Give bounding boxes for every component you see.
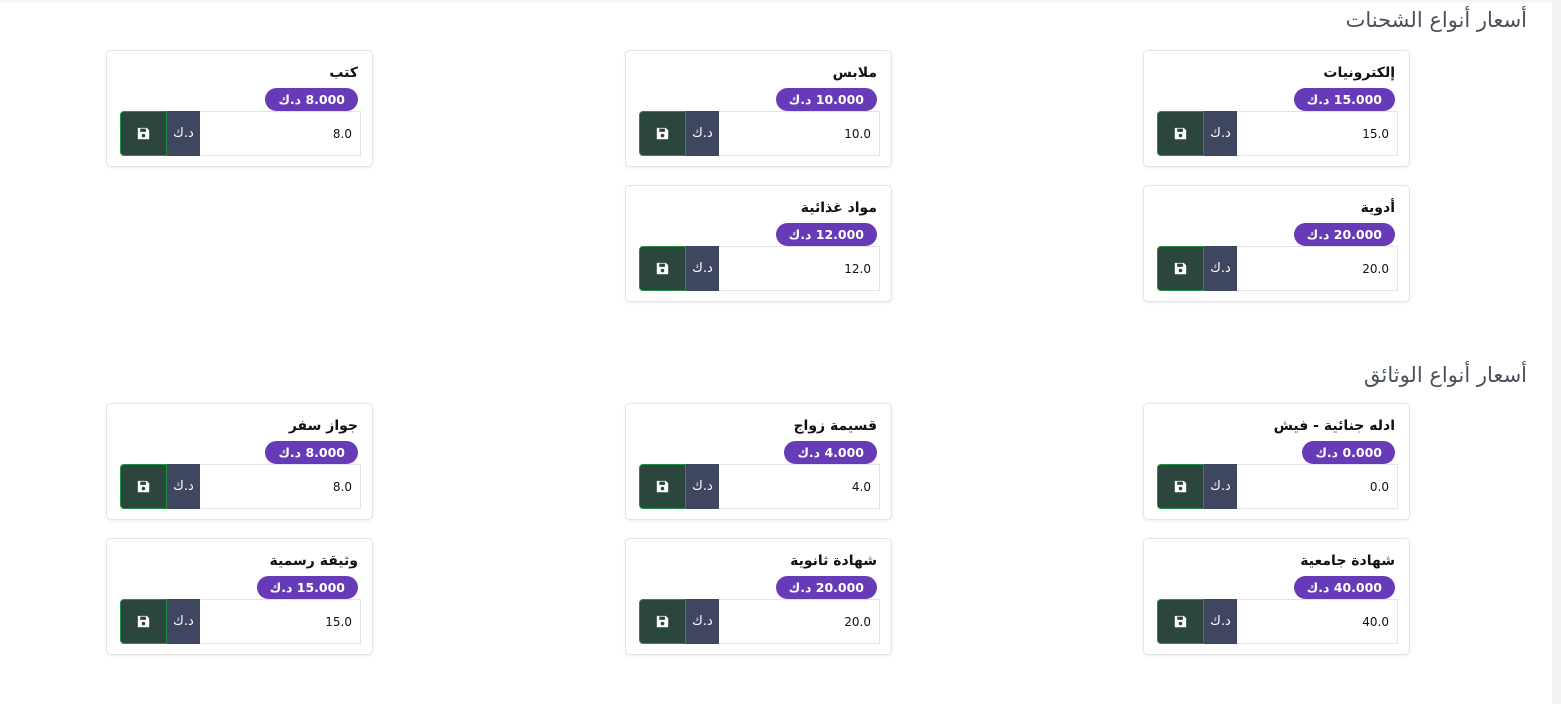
currency-addon: د.ك xyxy=(686,111,719,156)
price-badge: 20.000 د.ك xyxy=(775,576,877,599)
save-button[interactable] xyxy=(120,464,167,509)
save-icon xyxy=(656,615,669,628)
price-input[interactable] xyxy=(1237,111,1398,156)
price-input[interactable] xyxy=(719,246,880,291)
save-icon xyxy=(137,480,150,493)
item-name: ادله جنائية - فيش xyxy=(1273,418,1395,434)
currency-addon: د.ك xyxy=(1204,599,1237,644)
price-input-group: د.ك xyxy=(639,246,880,291)
save-button[interactable] xyxy=(1157,599,1204,644)
price-card: ملابس 10.000 د.ك د.ك xyxy=(625,50,892,167)
currency-addon: د.ك xyxy=(686,464,719,509)
save-icon xyxy=(137,127,150,140)
price-input-group: د.ك xyxy=(120,111,361,156)
price-badge: 15.000 د.ك xyxy=(256,576,358,599)
price-card: ادله جنائية - فيش 0.000 د.ك د.ك xyxy=(1143,403,1410,520)
item-name: وثيقة رسمية xyxy=(269,553,358,569)
save-button[interactable] xyxy=(120,599,167,644)
price-badge: 8.000 د.ك xyxy=(265,88,358,111)
currency-addon: د.ك xyxy=(167,599,200,644)
price-card: مواد غذائية 12.000 د.ك د.ك xyxy=(625,185,892,302)
currency-addon: د.ك xyxy=(686,246,719,291)
save-button[interactable] xyxy=(1157,464,1204,509)
price-input[interactable] xyxy=(1237,246,1398,291)
save-button[interactable] xyxy=(639,599,686,644)
price-card: شهادة ثانوية 20.000 د.ك د.ك xyxy=(625,538,892,655)
currency-addon: د.ك xyxy=(1204,464,1237,509)
item-name: شهادة جامعية xyxy=(1300,553,1395,569)
price-input-group: د.ك xyxy=(639,111,880,156)
price-input-group: د.ك xyxy=(120,599,361,644)
scrollbar[interactable] xyxy=(1552,0,1561,704)
price-card: شهادة جامعية 40.000 د.ك د.ك xyxy=(1143,538,1410,655)
documents-section-title: أسعار أنواع الوثائق xyxy=(1363,363,1527,387)
price-card: قسيمة زواج 4.000 د.ك د.ك xyxy=(625,403,892,520)
price-input-group: د.ك xyxy=(1157,464,1398,509)
price-input-group: د.ك xyxy=(120,464,361,509)
price-card: أدوية 20.000 د.ك د.ك xyxy=(1143,185,1410,302)
price-input[interactable] xyxy=(200,599,361,644)
item-name: قسيمة زواج xyxy=(793,418,877,434)
item-name: مواد غذائية xyxy=(800,200,877,216)
currency-addon: د.ك xyxy=(167,464,200,509)
save-button[interactable] xyxy=(120,111,167,156)
save-icon xyxy=(1174,480,1187,493)
save-icon xyxy=(656,262,669,275)
price-input[interactable] xyxy=(719,464,880,509)
shipments-section-title: أسعار أنواع الشحنات xyxy=(1345,8,1527,32)
currency-addon: د.ك xyxy=(1204,246,1237,291)
top-bar-shadow xyxy=(0,0,1552,4)
item-name: جواز سفر xyxy=(288,418,358,434)
price-input[interactable] xyxy=(1237,464,1398,509)
price-input-group: د.ك xyxy=(639,464,880,509)
price-badge: 20.000 د.ك xyxy=(1293,223,1395,246)
item-name: شهادة ثانوية xyxy=(790,553,877,569)
save-icon xyxy=(656,127,669,140)
price-input[interactable] xyxy=(200,464,361,509)
price-card: كتب 8.000 د.ك د.ك xyxy=(106,50,373,167)
save-button[interactable] xyxy=(1157,246,1204,291)
price-input[interactable] xyxy=(719,599,880,644)
price-input-group: د.ك xyxy=(639,599,880,644)
save-icon xyxy=(1174,262,1187,275)
item-name: أدوية xyxy=(1360,200,1395,216)
save-button[interactable] xyxy=(1157,111,1204,156)
price-input[interactable] xyxy=(1237,599,1398,644)
price-card: جواز سفر 8.000 د.ك د.ك xyxy=(106,403,373,520)
price-badge: 0.000 د.ك xyxy=(1302,441,1395,464)
currency-addon: د.ك xyxy=(686,599,719,644)
price-input-group: د.ك xyxy=(1157,111,1398,156)
price-badge: 12.000 د.ك xyxy=(775,223,877,246)
save-button[interactable] xyxy=(639,246,686,291)
save-icon xyxy=(656,480,669,493)
price-input[interactable] xyxy=(719,111,880,156)
save-icon xyxy=(1174,127,1187,140)
price-input-group: د.ك xyxy=(1157,246,1398,291)
price-badge: 4.000 د.ك xyxy=(784,441,877,464)
price-badge: 40.000 د.ك xyxy=(1293,576,1395,599)
save-icon xyxy=(1174,615,1187,628)
price-input-group: د.ك xyxy=(1157,599,1398,644)
price-card: إلكترونيات 15.000 د.ك د.ك xyxy=(1143,50,1410,167)
item-name: كتب xyxy=(329,65,358,81)
price-badge: 10.000 د.ك xyxy=(775,88,877,111)
save-button[interactable] xyxy=(639,111,686,156)
price-badge: 15.000 د.ك xyxy=(1293,88,1395,111)
currency-addon: د.ك xyxy=(1204,111,1237,156)
currency-addon: د.ك xyxy=(167,111,200,156)
item-name: ملابس xyxy=(832,65,877,81)
price-badge: 8.000 د.ك xyxy=(265,441,358,464)
item-name: إلكترونيات xyxy=(1323,65,1395,81)
save-button[interactable] xyxy=(639,464,686,509)
price-input[interactable] xyxy=(200,111,361,156)
save-icon xyxy=(137,615,150,628)
price-card: وثيقة رسمية 15.000 د.ك د.ك xyxy=(106,538,373,655)
